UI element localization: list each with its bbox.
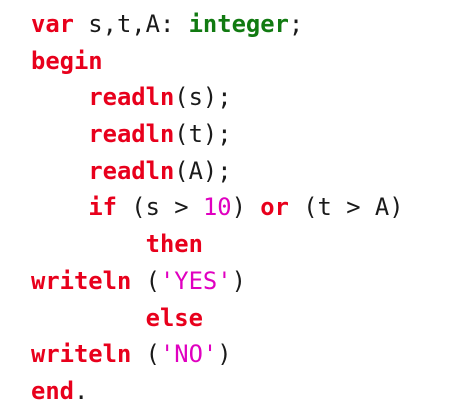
keyword-token: or [260, 193, 289, 222]
code-line: writeln ('NO') [31, 336, 404, 373]
code-line: writeln ('YES') [31, 263, 404, 300]
code-line: then [31, 226, 404, 263]
keyword-token: end [31, 376, 74, 405]
text-token: ( [131, 340, 160, 369]
number-token: 10 [202, 193, 232, 222]
code-line: end. [31, 373, 404, 410]
text-token: ) [231, 193, 261, 222]
keyword-token: begin [31, 46, 103, 75]
code-line: begin [31, 43, 404, 80]
keyword-token: else [145, 303, 203, 332]
keyword-token: readln [88, 156, 175, 185]
keyword-token: if [88, 193, 117, 222]
code-line: if (s > 10) or (t > A) [31, 189, 404, 226]
text-token: (t > A) [288, 193, 404, 222]
keyword-token: readln [88, 120, 175, 149]
text-token: (s); [174, 83, 232, 112]
keyword-token: then [145, 230, 203, 259]
text-token: (s > [116, 193, 203, 222]
type-token: integer [188, 10, 289, 38]
text-token: ( [131, 266, 160, 295]
text-token: . [73, 376, 89, 405]
string-token: 'NO' [159, 340, 218, 369]
code-line: readln(s); [31, 79, 404, 116]
keyword-token: writeln [31, 340, 132, 369]
code-line: readln(A); [31, 153, 404, 190]
text-token: ) [217, 340, 232, 369]
text-token: s,t,A: [73, 10, 189, 38]
code-line: var s,t,A: integer; [31, 6, 404, 43]
keyword-token: var [31, 10, 74, 38]
text-token: (A); [174, 156, 232, 185]
text-token: ) [231, 266, 246, 295]
string-token: 'YES' [159, 266, 232, 295]
text-token: (t); [174, 120, 232, 149]
text-token: ; [288, 10, 304, 38]
code-listing: var s,t,A: integer; begin readln(s); read… [31, 6, 404, 410]
keyword-token: writeln [31, 266, 132, 295]
code-line: else [31, 300, 404, 337]
keyword-token: readln [88, 83, 175, 112]
code-line: readln(t); [31, 116, 404, 153]
